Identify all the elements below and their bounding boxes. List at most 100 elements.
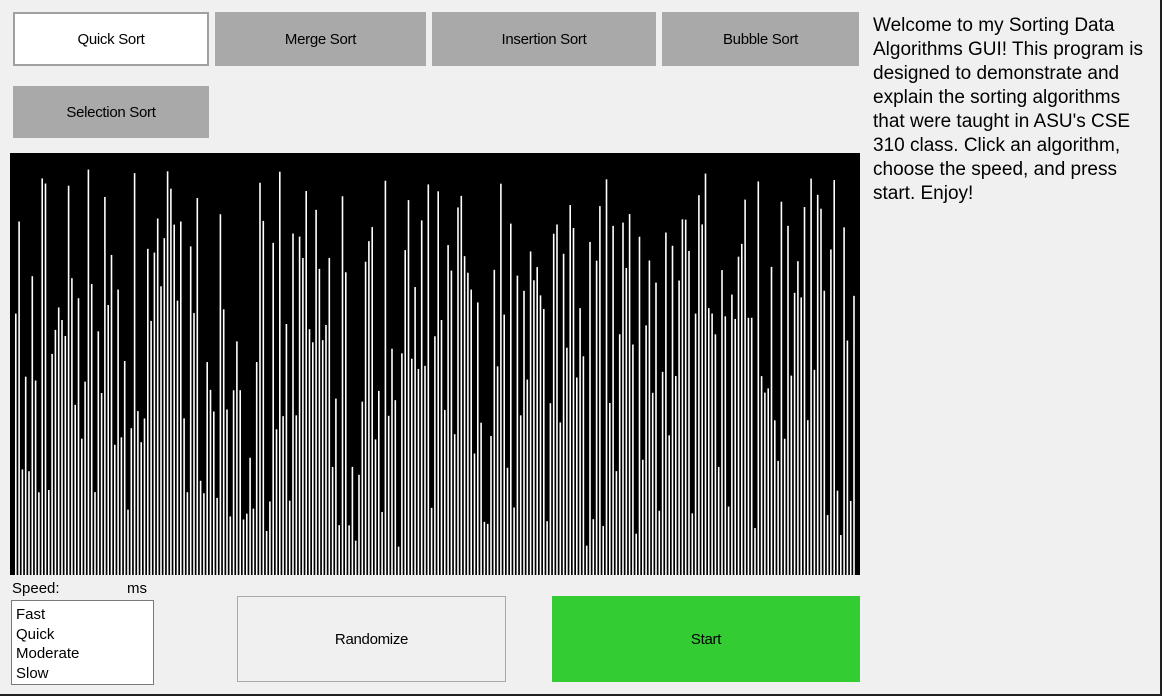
sort-bar bbox=[130, 428, 133, 575]
sort-bar bbox=[77, 298, 80, 575]
start-button[interactable]: Start bbox=[552, 596, 860, 682]
sort-bar bbox=[816, 194, 819, 575]
sort-bar bbox=[543, 309, 545, 575]
sort-bar bbox=[724, 316, 727, 575]
sort-bar bbox=[741, 243, 743, 575]
sort-bar bbox=[120, 437, 123, 575]
sort-bar bbox=[559, 422, 562, 575]
speed-option-quick[interactable]: Quick bbox=[16, 625, 149, 645]
sort-bar bbox=[760, 376, 763, 575]
sort-bar bbox=[840, 535, 842, 575]
sort-bar bbox=[797, 261, 799, 575]
sort-bar bbox=[691, 513, 694, 575]
sort-bar bbox=[114, 444, 116, 575]
sort-bar bbox=[655, 282, 657, 575]
sort-bar bbox=[269, 501, 271, 575]
sort-bar bbox=[846, 340, 849, 575]
sort-bar bbox=[28, 471, 30, 575]
sort-bar bbox=[107, 305, 109, 575]
sort-bar bbox=[790, 375, 793, 575]
sort-bar bbox=[477, 302, 479, 575]
merge-sort-button[interactable]: Merge Sort bbox=[215, 12, 426, 66]
sort-bar bbox=[566, 347, 568, 575]
sort-bar bbox=[605, 179, 608, 575]
bubble-sort-button[interactable]: Bubble Sort bbox=[662, 12, 859, 66]
sort-bar bbox=[315, 209, 317, 575]
randomize-button[interactable]: Randomize bbox=[237, 596, 506, 682]
sort-bar bbox=[460, 195, 463, 575]
sort-bar bbox=[345, 272, 347, 575]
sort-bar bbox=[747, 317, 750, 575]
sort-bar bbox=[714, 334, 717, 575]
speed-option-fast[interactable]: Fast bbox=[16, 605, 149, 625]
sort-bar bbox=[378, 390, 380, 575]
sort-bar bbox=[180, 221, 182, 575]
sort-bar bbox=[576, 377, 578, 575]
sort-bar bbox=[622, 222, 624, 575]
sort-bar bbox=[292, 233, 294, 575]
sort-bar bbox=[516, 275, 519, 575]
sort-bar bbox=[242, 519, 245, 575]
sort-bar bbox=[285, 324, 288, 575]
sort-bar bbox=[721, 270, 723, 575]
sort-bar bbox=[127, 509, 129, 575]
sort-bar bbox=[328, 257, 331, 575]
sort-bar bbox=[826, 515, 829, 575]
sort-bar bbox=[163, 238, 166, 575]
sort-bar bbox=[536, 267, 538, 575]
sort-bar bbox=[496, 366, 499, 575]
sort-bar bbox=[490, 435, 492, 575]
sort-bar bbox=[298, 236, 301, 575]
sort-bar bbox=[123, 360, 126, 575]
sort-bar bbox=[450, 270, 453, 575]
quick-sort-button[interactable]: Quick Sort bbox=[13, 12, 209, 66]
sort-bar bbox=[384, 180, 387, 575]
sort-bar bbox=[757, 181, 760, 575]
sort-bar bbox=[21, 469, 24, 575]
sort-bar bbox=[282, 416, 284, 575]
sort-bar bbox=[54, 329, 57, 575]
sort-bar bbox=[255, 362, 258, 575]
sort-bar bbox=[675, 376, 677, 575]
sort-bar bbox=[94, 492, 96, 575]
sort-bar bbox=[354, 540, 357, 575]
sort-bar bbox=[170, 188, 172, 575]
sort-bar bbox=[41, 178, 43, 575]
sort-bar bbox=[648, 260, 651, 575]
sort-bar bbox=[582, 356, 585, 575]
sort-bar bbox=[104, 196, 106, 575]
sort-bar bbox=[444, 409, 446, 575]
sort-bar bbox=[510, 223, 512, 575]
sort-bar bbox=[229, 516, 232, 575]
speed-listbox[interactable]: Fast Quick Moderate Slow bbox=[11, 600, 154, 685]
sort-bar bbox=[18, 221, 20, 575]
sort-bar bbox=[417, 368, 420, 575]
sort-bar bbox=[193, 313, 195, 575]
sort-bar bbox=[506, 467, 509, 575]
sort-bar bbox=[147, 248, 149, 575]
sort-bar bbox=[183, 418, 185, 575]
sort-bar bbox=[265, 531, 268, 575]
sort-bar bbox=[546, 521, 548, 575]
speed-option-moderate[interactable]: Moderate bbox=[16, 644, 149, 664]
sort-bar bbox=[259, 182, 261, 575]
sort-bar bbox=[480, 422, 482, 575]
sort-bar bbox=[783, 438, 786, 575]
sort-bar bbox=[493, 269, 496, 575]
speed-option-slow[interactable]: Slow bbox=[16, 664, 149, 684]
sort-bar bbox=[381, 511, 383, 575]
selection-sort-button[interactable]: Selection Sort bbox=[13, 86, 209, 138]
sort-bar bbox=[87, 169, 90, 575]
sort-bar bbox=[249, 457, 251, 575]
sorting-bars-canvas bbox=[10, 153, 860, 575]
sort-bar bbox=[166, 171, 169, 575]
sort-bar bbox=[734, 318, 736, 575]
sort-bar bbox=[361, 401, 364, 575]
insertion-sort-button[interactable]: Insertion Sort bbox=[432, 12, 656, 66]
sort-bar bbox=[213, 411, 215, 575]
speed-label: Speed: bbox=[12, 580, 60, 597]
sort-bar bbox=[780, 201, 783, 575]
sort-bar bbox=[302, 258, 304, 575]
sort-bar bbox=[678, 280, 680, 575]
sort-bar bbox=[602, 526, 604, 575]
